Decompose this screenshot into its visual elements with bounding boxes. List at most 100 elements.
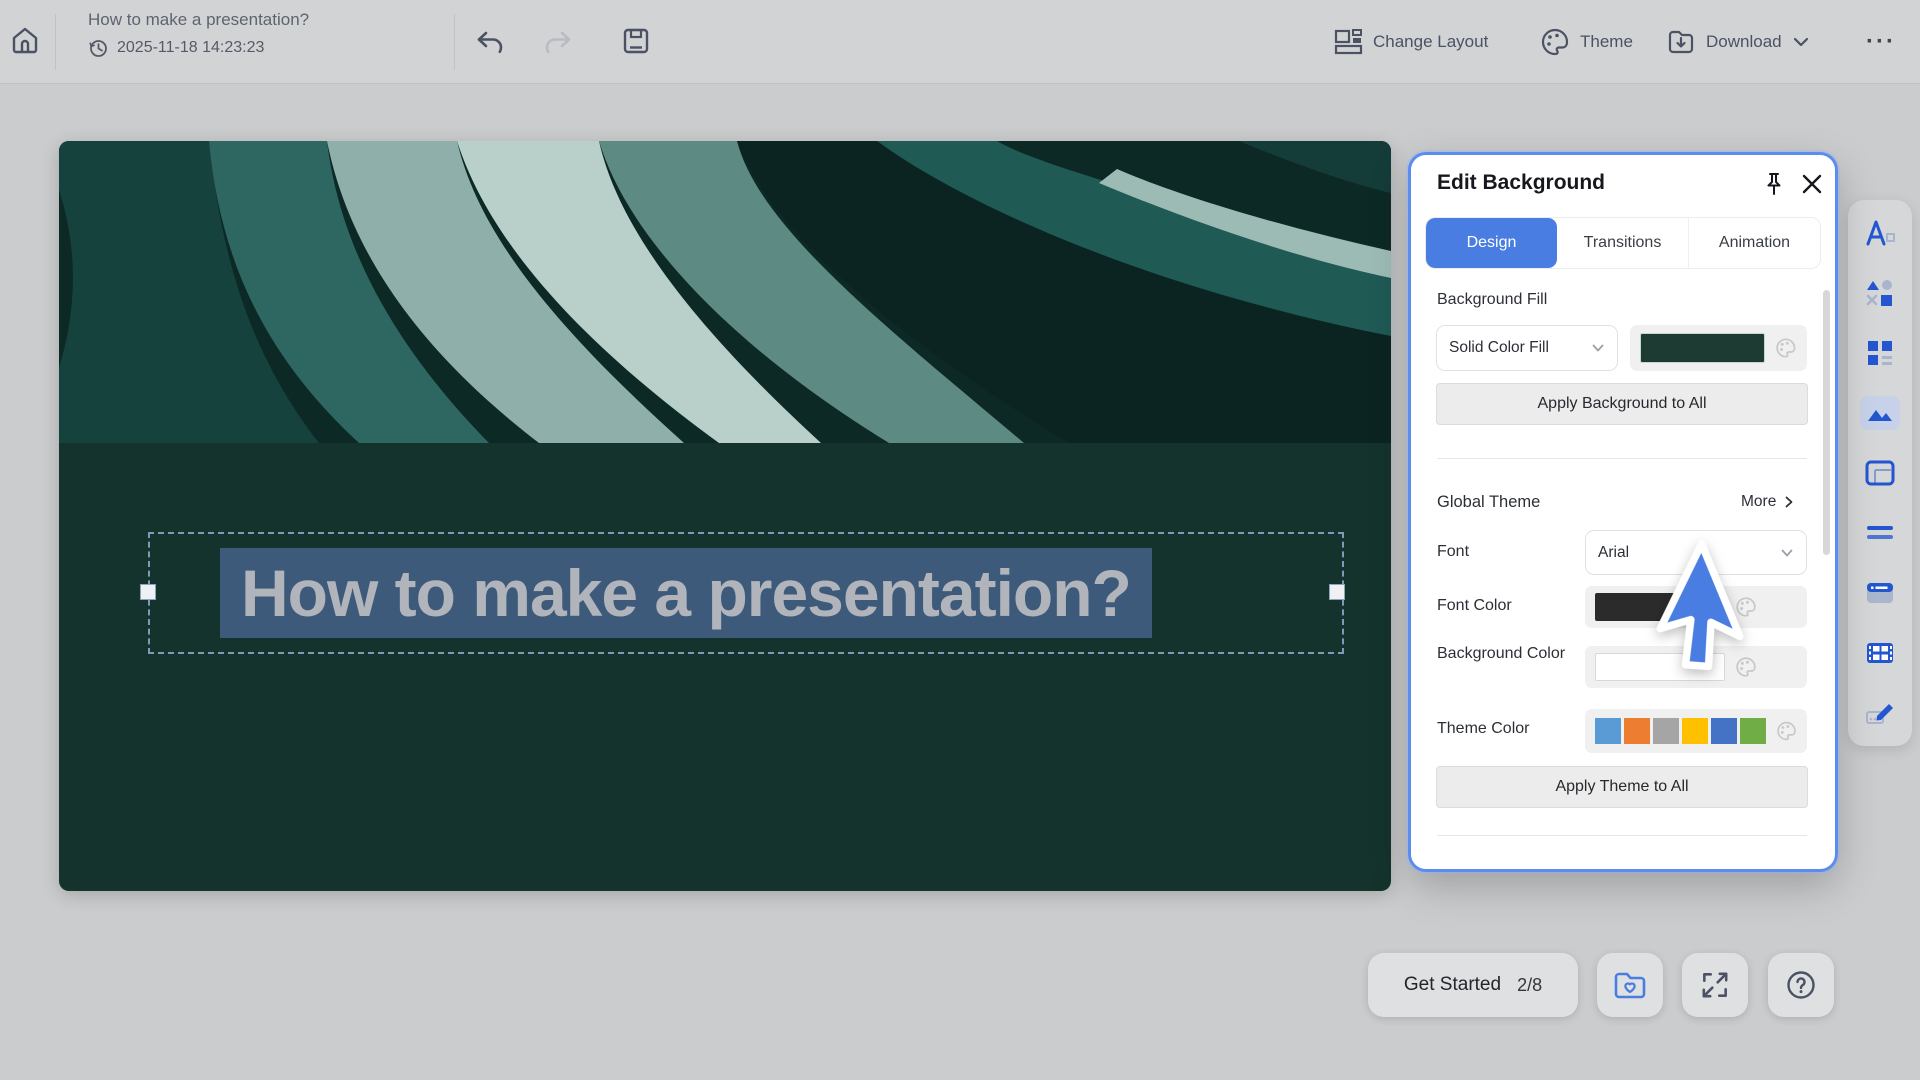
change-layout-label: Change Layout [1373,32,1488,52]
document-info: How to make a presentation? 2025-11-18 1… [88,10,309,58]
panel-scrollbar[interactable] [1823,290,1830,555]
fullscreen-button[interactable] [1682,953,1748,1017]
folder-heart-icon [1613,970,1647,1000]
filmstrip-icon [1865,641,1895,665]
chevron-down-icon [1591,341,1605,355]
redo-button[interactable] [542,26,574,58]
global-theme-more-link[interactable]: More [1741,493,1795,511]
fill-type-dropdown[interactable]: Solid Color Fill [1436,325,1618,371]
apply-background-to-all-button[interactable]: Apply Background to All [1436,383,1808,425]
theme-color-chip[interactable] [1595,718,1621,744]
document-title[interactable]: How to make a presentation? [88,10,309,30]
undo-icon [474,26,506,58]
background-fill-color-picker[interactable] [1630,325,1807,371]
change-layout-button[interactable]: Change Layout [1333,0,1488,84]
more-menu-button[interactable]: ··· [1866,0,1896,84]
top-toolbar: How to make a presentation? 2025-11-18 1… [0,0,1920,84]
text-icon [1865,220,1895,246]
pin-panel-button[interactable] [1761,171,1787,199]
resize-handle-right[interactable] [1329,584,1345,600]
image-icon [1866,401,1894,425]
last-edited-row: 2025-11-18 14:23:23 [88,38,309,58]
section-divider [1437,458,1807,459]
slide-title-text[interactable]: How to make a presentation? [241,555,1131,631]
theme-color-chip[interactable] [1653,718,1679,744]
sidebar-item-shapes[interactable] [1860,276,1900,310]
selected-text-highlight[interactable]: How to make a presentation? [220,548,1152,638]
apply-theme-to-all-button[interactable]: Apply Theme to All [1436,766,1808,808]
palette-icon [1540,27,1570,57]
resize-handle-left[interactable] [140,584,156,600]
download-label: Download [1706,32,1782,52]
slide-background-image [59,141,1391,443]
sidebar-item-draw[interactable] [1860,696,1900,730]
history-clock-icon [88,38,108,58]
background-color-label: Background Color [1437,642,1567,665]
fullscreen-icon [1699,969,1731,1001]
ellipsis-icon: ··· [1866,28,1896,56]
slide-canvas[interactable]: How to make a presentation? [59,141,1391,891]
home-icon [10,25,40,55]
presentation-editor-app: How to make a presentation? 2025-11-18 1… [0,0,1920,1080]
shapes-icon [1866,279,1894,307]
theme-label: Theme [1580,32,1633,52]
frame-icon [1865,460,1895,486]
theme-color-chip[interactable] [1682,718,1708,744]
sidebar-item-card[interactable] [1860,576,1900,610]
layout-grid-icon [1866,339,1894,367]
font-label: Font [1437,543,1469,561]
chevron-right-icon [1783,495,1795,509]
theme-button[interactable]: Theme [1540,0,1633,84]
redo-icon [542,26,574,58]
theme-color-chip[interactable] [1740,718,1766,744]
background-fill-label: Background Fill [1437,291,1547,309]
chevron-down-icon [1780,546,1794,560]
tab-transitions[interactable]: Transitions [1557,218,1689,268]
sidebar-item-lines[interactable] [1860,516,1900,550]
save-button[interactable] [620,25,652,57]
global-theme-label: Global Theme [1437,493,1540,512]
assets-folder-button[interactable] [1597,953,1663,1017]
panel-title: Edit Background [1437,171,1605,195]
pencil-icon [1865,700,1895,726]
download-icon [1666,27,1696,57]
section-divider [1437,835,1807,836]
chevron-down-icon [1792,33,1810,51]
sidebar-item-layout-grid[interactable] [1860,336,1900,370]
sidebar-item-filmstrip[interactable] [1860,636,1900,670]
get-started-button[interactable]: Get Started 2/8 [1368,953,1578,1017]
font-value: Arial [1598,544,1629,562]
get-started-label: Get Started [1404,974,1501,996]
more-label: More [1741,493,1776,511]
document-timestamp: 2025-11-18 14:23:23 [117,39,264,57]
theme-color-chip[interactable] [1711,718,1737,744]
edit-background-panel: Edit Background Design Transitions Anima… [1408,152,1838,872]
save-icon [620,25,652,57]
theme-color-chips [1595,718,1766,744]
close-icon [1799,171,1825,197]
theme-color-picker[interactable] [1585,709,1807,753]
home-button[interactable] [10,25,40,55]
tab-design[interactable]: Design [1426,218,1557,268]
help-button[interactable] [1768,953,1834,1017]
toolbar-divider [454,14,455,70]
theme-color-chip[interactable] [1624,718,1650,744]
download-button[interactable]: Download [1666,0,1810,84]
lines-icon [1865,524,1895,542]
pin-icon [1761,171,1787,199]
change-layout-icon [1333,27,1363,57]
undo-button[interactable] [474,26,506,58]
panel-tabs: Design Transitions Animation [1425,217,1821,269]
toolbar-divider [55,14,56,70]
insert-sidebar [1848,200,1912,746]
tab-animation[interactable]: Animation [1689,218,1820,268]
sidebar-item-text[interactable] [1860,216,1900,250]
close-panel-button[interactable] [1799,171,1825,197]
background-fill-color-swatch[interactable] [1640,333,1765,363]
sidebar-item-image[interactable] [1860,396,1900,430]
help-icon [1785,969,1817,1001]
font-color-label: Font Color [1437,597,1512,615]
sidebar-item-frame[interactable] [1860,456,1900,490]
palette-icon [1775,337,1797,359]
fill-type-value: Solid Color Fill [1449,339,1549,357]
